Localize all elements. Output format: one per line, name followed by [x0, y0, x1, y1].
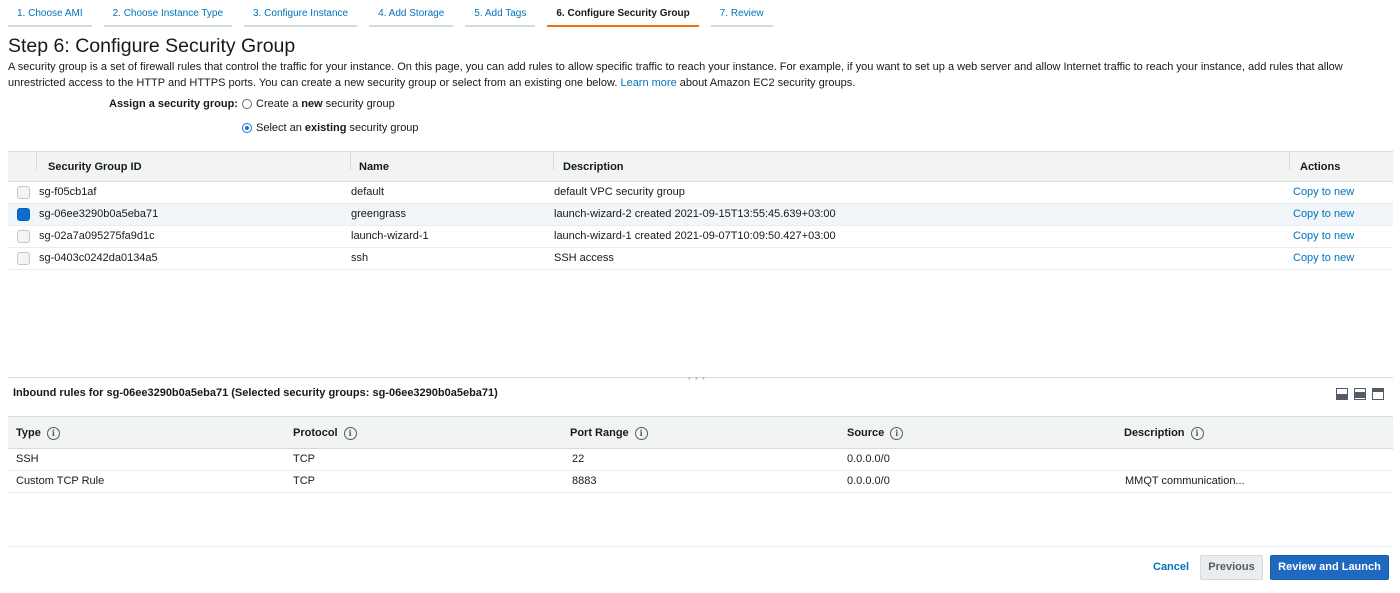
- radio-label-pre: Select an: [256, 122, 302, 134]
- header-security-group-id[interactable]: Security Group ID: [48, 152, 142, 182]
- cell-description: launch-wizard-1 created 2021-09-07T10:09…: [554, 230, 836, 242]
- radio-label-post: security group: [325, 98, 395, 110]
- footer-divider: [8, 546, 1393, 547]
- copy-to-new-link[interactable]: Copy to new: [1293, 182, 1354, 203]
- cell-protocol: TCP: [293, 475, 315, 487]
- header-name[interactable]: Name: [359, 152, 389, 182]
- cell-description: launch-wizard-2 created 2021-09-15T13:55…: [554, 208, 836, 220]
- column-divider: [36, 152, 37, 170]
- cancel-button[interactable]: Cancel: [1153, 561, 1189, 573]
- cell-description: default VPC security group: [554, 186, 685, 198]
- page-title: Step 6: Configure Security Group: [8, 35, 296, 57]
- row-checkbox[interactable]: [17, 186, 30, 199]
- wizard-tabs: 1. Choose AMI 2. Choose Instance Type 3.…: [8, 0, 785, 27]
- copy-to-new-link[interactable]: Copy to new: [1293, 226, 1354, 247]
- security-groups-table: Security Group ID Name Description Actio…: [8, 151, 1393, 270]
- cell-protocol: TCP: [293, 453, 315, 465]
- cell-source: 0.0.0.0/0: [847, 453, 890, 465]
- table-row: SSH TCP 22 0.0.0.0/0: [8, 449, 1393, 471]
- cell-type: Custom TCP Rule: [16, 475, 105, 487]
- cell-security-group-id: sg-f05cb1af: [39, 186, 97, 198]
- radio-button[interactable]: [242, 99, 252, 109]
- table-row[interactable]: sg-0403c0242da0134a5 ssh SSH access Copy…: [8, 248, 1393, 270]
- cell-name: greengrass: [351, 208, 407, 220]
- row-checkbox[interactable]: [17, 252, 30, 265]
- tab-add-tags[interactable]: 5. Add Tags: [465, 0, 536, 27]
- cell-port-range: 8883: [572, 475, 597, 487]
- tab-configure-instance[interactable]: 3. Configure Instance: [244, 0, 358, 27]
- inbound-rules-table: Type i Protocol i Port Range i Source i …: [8, 416, 1393, 493]
- header-source-label: Source: [847, 427, 885, 439]
- column-divider: [1289, 152, 1290, 170]
- info-icon[interactable]: i: [634, 426, 648, 440]
- info-icon[interactable]: i: [46, 426, 60, 440]
- header-type: Type i: [16, 417, 60, 449]
- panel-top-view-icon[interactable]: [1372, 388, 1384, 400]
- row-checkbox[interactable]: [17, 230, 30, 243]
- header-port-range-label: Port Range: [570, 427, 629, 439]
- cell-port-range: 22: [572, 453, 585, 465]
- inbound-rules-title: Inbound rules for sg-06ee3290b0a5eba71 (…: [13, 387, 498, 399]
- header-description[interactable]: Description: [563, 152, 624, 182]
- radio-label-post: security group: [349, 122, 419, 134]
- radio-button[interactable]: [242, 123, 252, 133]
- copy-to-new-link[interactable]: Copy to new: [1293, 204, 1354, 225]
- panel-view-toggles: [1336, 388, 1384, 400]
- cell-name: launch-wizard-1: [351, 230, 429, 242]
- cell-description: SSH access: [554, 252, 614, 264]
- table-row: Custom TCP Rule TCP 8883 0.0.0.0/0 MMQT …: [8, 471, 1393, 493]
- radio-label-bold: new: [301, 98, 323, 110]
- header-description-label: Description: [1124, 427, 1185, 439]
- cell-name: ssh: [351, 252, 369, 264]
- tab-choose-ami[interactable]: 1. Choose AMI: [8, 0, 92, 27]
- radio-select-existing-security-group[interactable]: Select an existing security group: [242, 122, 419, 134]
- previous-button[interactable]: Previous: [1200, 555, 1263, 580]
- radio-label-bold: existing: [304, 122, 347, 134]
- table-header: Security Group ID Name Description Actio…: [8, 151, 1393, 182]
- assign-security-group-label: Assign a security group:: [109, 98, 238, 110]
- copy-to-new-link[interactable]: Copy to new: [1293, 248, 1354, 269]
- radio-create-new-security-group[interactable]: Create a new security group: [242, 98, 395, 110]
- cell-description: MMQT communication...: [1125, 475, 1245, 487]
- header-description: Description i: [1124, 417, 1204, 449]
- resize-grip-icon[interactable]: • • •: [688, 374, 706, 383]
- learn-more-link[interactable]: Learn more: [620, 77, 676, 89]
- cell-security-group-id: sg-0403c0242da0134a5: [39, 252, 158, 264]
- tab-review[interactable]: 7. Review: [710, 0, 773, 27]
- header-protocol: Protocol i: [293, 417, 357, 449]
- table-row[interactable]: sg-f05cb1af default default VPC security…: [8, 182, 1393, 204]
- intro-suffix: about Amazon EC2 security groups.: [679, 77, 856, 89]
- header-protocol-label: Protocol: [293, 427, 338, 439]
- cell-security-group-id: sg-06ee3290b0a5eba71: [39, 208, 159, 220]
- column-divider: [553, 152, 554, 170]
- header-type-label: Type: [16, 427, 41, 439]
- radio-label-pre: Create a: [256, 98, 299, 110]
- panel-split-view-icon[interactable]: [1354, 388, 1366, 400]
- tab-choose-instance-type[interactable]: 2. Choose Instance Type: [103, 0, 233, 27]
- table-row[interactable]: sg-06ee3290b0a5eba71 greengrass launch-w…: [8, 204, 1393, 226]
- intro-paragraph: A security group is a set of firewall ru…: [8, 59, 1378, 91]
- tab-configure-security-group[interactable]: 6. Configure Security Group: [547, 0, 699, 27]
- cell-name: default: [351, 186, 385, 198]
- panel-bottom-view-icon[interactable]: [1336, 388, 1348, 400]
- table-header: Type i Protocol i Port Range i Source i …: [8, 416, 1393, 449]
- info-icon[interactable]: i: [890, 426, 904, 440]
- cell-type: SSH: [16, 453, 39, 465]
- header-port-range: Port Range i: [570, 417, 648, 449]
- info-icon[interactable]: i: [343, 426, 357, 440]
- cell-security-group-id: sg-02a7a095275fa9d1c: [39, 230, 155, 242]
- header-source: Source i: [847, 417, 904, 449]
- cell-source: 0.0.0.0/0: [847, 475, 890, 487]
- info-icon[interactable]: i: [1190, 426, 1204, 440]
- table-row[interactable]: sg-02a7a095275fa9d1c launch-wizard-1 lau…: [8, 226, 1393, 248]
- tab-add-storage[interactable]: 4. Add Storage: [369, 0, 454, 27]
- column-divider: [350, 152, 351, 170]
- header-actions: Actions: [1300, 161, 1341, 173]
- review-and-launch-button[interactable]: Review and Launch: [1270, 555, 1389, 580]
- row-checkbox[interactable]: [17, 208, 30, 221]
